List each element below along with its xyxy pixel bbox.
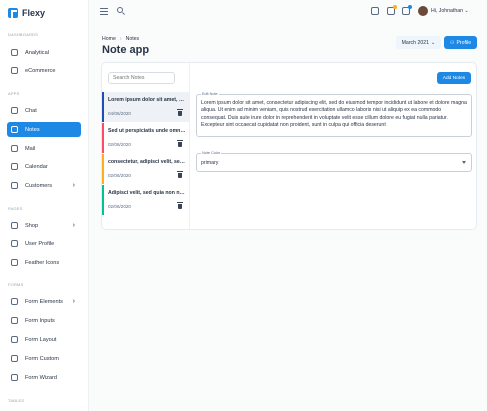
note-date: 02/06/2020: [108, 204, 131, 209]
note-item[interactable]: Sed ut perspiciatis unde omni... 02/06/2…: [102, 123, 190, 153]
note-title: consectetur, adipisci velit, sed...: [108, 159, 186, 165]
caret-down-icon: [462, 161, 466, 164]
greeting: Hi, Johnathan: [431, 8, 464, 14]
breadcrumb-home[interactable]: Home: [102, 36, 116, 42]
note-color-bar: [102, 92, 104, 122]
note-item[interactable]: Lorem ipsum dolor sit amet, c... 04/06/2…: [102, 92, 190, 122]
search-notes-input[interactable]: [108, 72, 175, 84]
feather-icon: [11, 259, 18, 266]
sidebar-item-customers[interactable]: Customers ›: [7, 178, 81, 193]
note-title: Adipisci velit, sed quia non nu...: [108, 190, 186, 196]
trash-icon[interactable]: [177, 171, 183, 178]
calendar-icon: [11, 163, 18, 170]
note-item[interactable]: consectetur, adipisci velit, sed... 02/0…: [102, 154, 190, 184]
add-notes-button[interactable]: Add Notes: [437, 72, 471, 84]
sidebar-item-form-custom[interactable]: Form Custom: [7, 351, 81, 366]
section-forms: FORMS: [8, 282, 24, 287]
chevron-right-icon: ›: [72, 222, 75, 229]
note-title: Sed ut perspiciatis unde omni...: [108, 128, 186, 134]
sidebar-item-shop[interactable]: Shop ›: [7, 218, 81, 233]
breadcrumb-current: Notes: [125, 36, 140, 42]
note-item[interactable]: Adipisci velit, sed quia non nu... 02/06…: [102, 185, 190, 215]
copy-icon: [11, 317, 18, 324]
sidebar-item-chat[interactable]: Chat: [7, 103, 81, 118]
file-icon: [11, 336, 18, 343]
avatar[interactable]: [418, 6, 428, 16]
section-apps: APPS: [8, 91, 20, 96]
edit-note-text: Lorem ipsum dolor sit amet, consectetur …: [201, 100, 467, 129]
note-date: 04/06/2020: [108, 111, 131, 116]
sidebar-item-form-elements[interactable]: Form Elements ›: [7, 294, 81, 309]
wand-icon: [11, 374, 18, 381]
cart-icon: [11, 222, 18, 229]
topbar: Hi, Johnathan ⌄: [90, 0, 487, 24]
layers-icon: [11, 298, 18, 305]
note-color-select[interactable]: Note Color primary: [196, 151, 472, 172]
trash-icon[interactable]: [177, 109, 183, 116]
users-icon: [11, 182, 18, 189]
user-icon: ⚇: [449, 39, 455, 46]
notification-dot: [393, 5, 397, 9]
edit-note-textarea[interactable]: Edit Note Lorem ipsum dolor sit amet, co…: [196, 92, 472, 137]
note-color-value: primary: [201, 159, 219, 166]
logo[interactable]: Flexy: [8, 8, 45, 18]
note-color-bar: [102, 123, 104, 153]
chevron-down-icon: ⌄: [431, 39, 436, 46]
note-date: 02/06/2020: [108, 142, 131, 147]
edit-note-label: Edit Note: [201, 92, 219, 96]
section-dashboards: DASHBOARDS: [8, 32, 39, 37]
sidebar-item-form-layout[interactable]: Form Layout: [7, 332, 81, 347]
sidebar-item-calendar[interactable]: Calendar: [7, 159, 81, 174]
trash-icon[interactable]: [177, 202, 183, 209]
sidebar-item-user-profile[interactable]: User Profile: [7, 236, 81, 251]
note-color-label: Note Color: [201, 151, 222, 155]
flexy-logo-icon: [8, 8, 18, 18]
sidebar-item-analytical[interactable]: Analytical: [7, 45, 81, 60]
note-title: Lorem ipsum dolor sit amet, c...: [108, 97, 186, 103]
search-icon[interactable]: [117, 7, 123, 13]
file-text-icon: [11, 355, 18, 362]
cart-icon[interactable]: [371, 7, 379, 15]
sidebar-item-ecommerce[interactable]: eCommerce: [7, 63, 81, 78]
clipboard-icon: [11, 126, 18, 133]
mail-icon: [11, 145, 18, 152]
sidebar-item-mail[interactable]: Mail: [7, 141, 81, 156]
chevron-down-icon: ⌄: [464, 8, 469, 14]
notes-card: Lorem ipsum dolor sit amet, c... 04/06/2…: [101, 62, 477, 230]
note-color-bar: [102, 185, 104, 215]
user-menu[interactable]: Hi, Johnathan ⌄: [431, 8, 469, 14]
section-tables: TABLES: [8, 398, 25, 403]
menu-icon[interactable]: [100, 8, 108, 17]
note-date: 02/06/2020: [108, 173, 131, 178]
chevron-right-icon: ›: [72, 298, 75, 305]
sidebar-item-form-wizard[interactable]: Form Wizard: [7, 370, 81, 385]
notes-list: Lorem ipsum dolor sit amet, c... 04/06/2…: [102, 63, 190, 229]
trash-icon[interactable]: [177, 140, 183, 147]
breadcrumb-separator: ›: [119, 36, 122, 42]
chevron-right-icon: ›: [72, 182, 75, 189]
section-pages: PAGES: [8, 206, 23, 211]
analytics-icon: [11, 49, 18, 56]
month-select[interactable]: March 2021 ⌄: [396, 36, 441, 49]
user-icon: [11, 240, 18, 247]
sidebar-item-notes[interactable]: Notes: [7, 122, 81, 137]
breadcrumb: Home › Notes: [102, 36, 139, 42]
sidebar: Flexy DASHBOARDS Analytical eCommerce AP…: [0, 0, 89, 411]
note-color-bar: [102, 154, 104, 184]
page-title: Note app: [102, 44, 150, 56]
profile-button[interactable]: ⚇ Profile: [444, 36, 477, 49]
sidebar-item-form-inputs[interactable]: Form Inputs: [7, 313, 81, 328]
notification-dot: [408, 5, 412, 9]
chat-icon: [11, 107, 18, 114]
shopping-bag-icon: [11, 67, 18, 74]
app-name: Flexy: [22, 8, 46, 18]
sidebar-item-feather-icons[interactable]: Feather Icons: [7, 255, 81, 270]
